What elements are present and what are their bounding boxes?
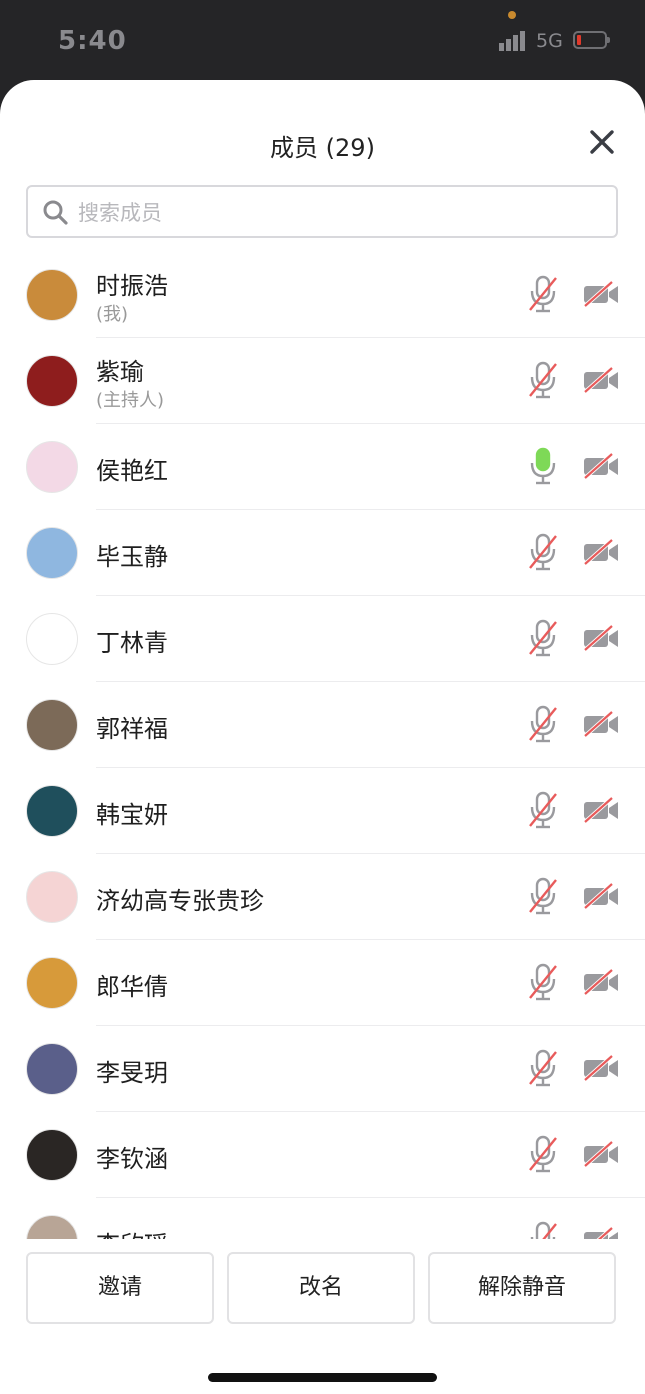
status-time: 5:40 [58,26,127,56]
avatar[interactable] [26,1129,78,1181]
signal-icon [499,31,525,51]
member-name: 李旻玥 [96,1059,168,1087]
member-name: 济幼高专张贵珍 [96,887,264,915]
search-icon [43,200,68,225]
video-off-icon[interactable] [582,1226,620,1239]
member-row[interactable]: 韩宝妍 [0,768,645,854]
mic-muted-icon[interactable] [526,360,560,400]
mic-muted-icon[interactable] [526,618,560,658]
video-off-icon[interactable] [582,710,620,738]
member-name: 李钦涵 [96,1145,168,1173]
video-off-icon[interactable] [582,366,620,394]
mic-muted-icon[interactable] [526,962,560,1002]
rename-button[interactable]: 改名 [227,1252,415,1324]
member-row[interactable]: 侯艳红 [0,424,645,510]
avatar[interactable] [26,441,78,493]
member-name: 郎华倩 [96,973,168,1001]
mic-muted-icon[interactable] [526,704,560,744]
member-name: 韩宝妍 [96,801,168,829]
avatar[interactable] [26,613,78,665]
avatar[interactable] [26,355,78,407]
video-off-icon[interactable] [582,1140,620,1168]
avatar[interactable] [26,871,78,923]
video-off-icon[interactable] [582,538,620,566]
member-row[interactable]: 丁林青 [0,596,645,682]
video-off-icon[interactable] [582,452,620,480]
member-role: (主持人) [96,390,165,411]
search-box [26,185,618,238]
member-name: 紫瑜 [96,358,144,386]
avatar[interactable] [26,269,78,321]
video-off-icon[interactable] [582,882,620,910]
member-role: (我) [96,304,129,325]
home-indicator [208,1373,437,1382]
mic-active-icon[interactable] [526,446,560,486]
member-row[interactable]: 紫瑜 (主持人) [0,338,645,424]
close-icon[interactable] [584,124,620,160]
member-row[interactable]: 毕玉静 [0,510,645,596]
member-row[interactable]: 郎华倩 [0,940,645,1026]
mic-muted-icon[interactable] [526,274,560,314]
sheet-title: 成员 (29) [270,134,375,162]
avatar[interactable] [26,785,78,837]
member-row[interactable]: 郭祥福 [0,682,645,768]
member-name: 时振浩 [96,272,168,300]
video-off-icon[interactable] [582,796,620,824]
avatar[interactable] [26,957,78,1009]
privacy-indicator-dot [508,11,516,19]
invite-button[interactable]: 邀请 [26,1252,214,1324]
avatar[interactable] [26,699,78,751]
member-name: 郭祥福 [96,715,168,743]
network-label: 5G [536,30,563,52]
video-off-icon[interactable] [582,624,620,652]
video-off-icon[interactable] [582,280,620,308]
mic-muted-icon[interactable] [526,1220,560,1239]
member-row[interactable]: 李欣瑶 [0,1198,645,1239]
video-off-icon[interactable] [582,1054,620,1082]
mic-muted-icon[interactable] [526,1134,560,1174]
mic-muted-icon[interactable] [526,532,560,572]
member-name: 李欣瑶 [96,1225,168,1239]
video-off-icon[interactable] [582,968,620,996]
member-list[interactable]: 时振浩 (我) 紫瑜 (主持人) 侯艳红毕玉静丁林青郭祥福韩宝妍济幼高专张贵珍 郎华倩李旻… [0,252,645,1239]
avatar[interactable] [26,527,78,579]
member-row[interactable]: 李钦涵 [0,1112,645,1198]
member-name: 毕玉静 [96,543,168,571]
mic-muted-icon[interactable] [526,1048,560,1088]
mic-muted-icon[interactable] [526,790,560,830]
avatar[interactable] [26,1043,78,1095]
unmute-button[interactable]: 解除静音 [428,1252,616,1324]
mic-muted-icon[interactable] [526,876,560,916]
member-row[interactable]: 时振浩 (我) [0,252,645,338]
members-sheet: 成员 (29) 时振浩 (我) 紫瑜 (主持人) 侯艳红毕玉静丁林青郭祥福韩宝妍济幼高专… [0,80,645,1394]
member-name: 侯艳红 [96,457,168,485]
status-bar: 5:40 5G [0,0,645,80]
member-name: 丁林青 [96,629,168,657]
search-input[interactable] [76,195,610,231]
avatar[interactable] [26,1215,78,1239]
member-row[interactable]: 济幼高专张贵珍 [0,854,645,940]
action-bar: 邀请 改名 解除静音 [0,1252,645,1324]
member-row[interactable]: 李旻玥 [0,1026,645,1112]
battery-icon [573,31,610,49]
